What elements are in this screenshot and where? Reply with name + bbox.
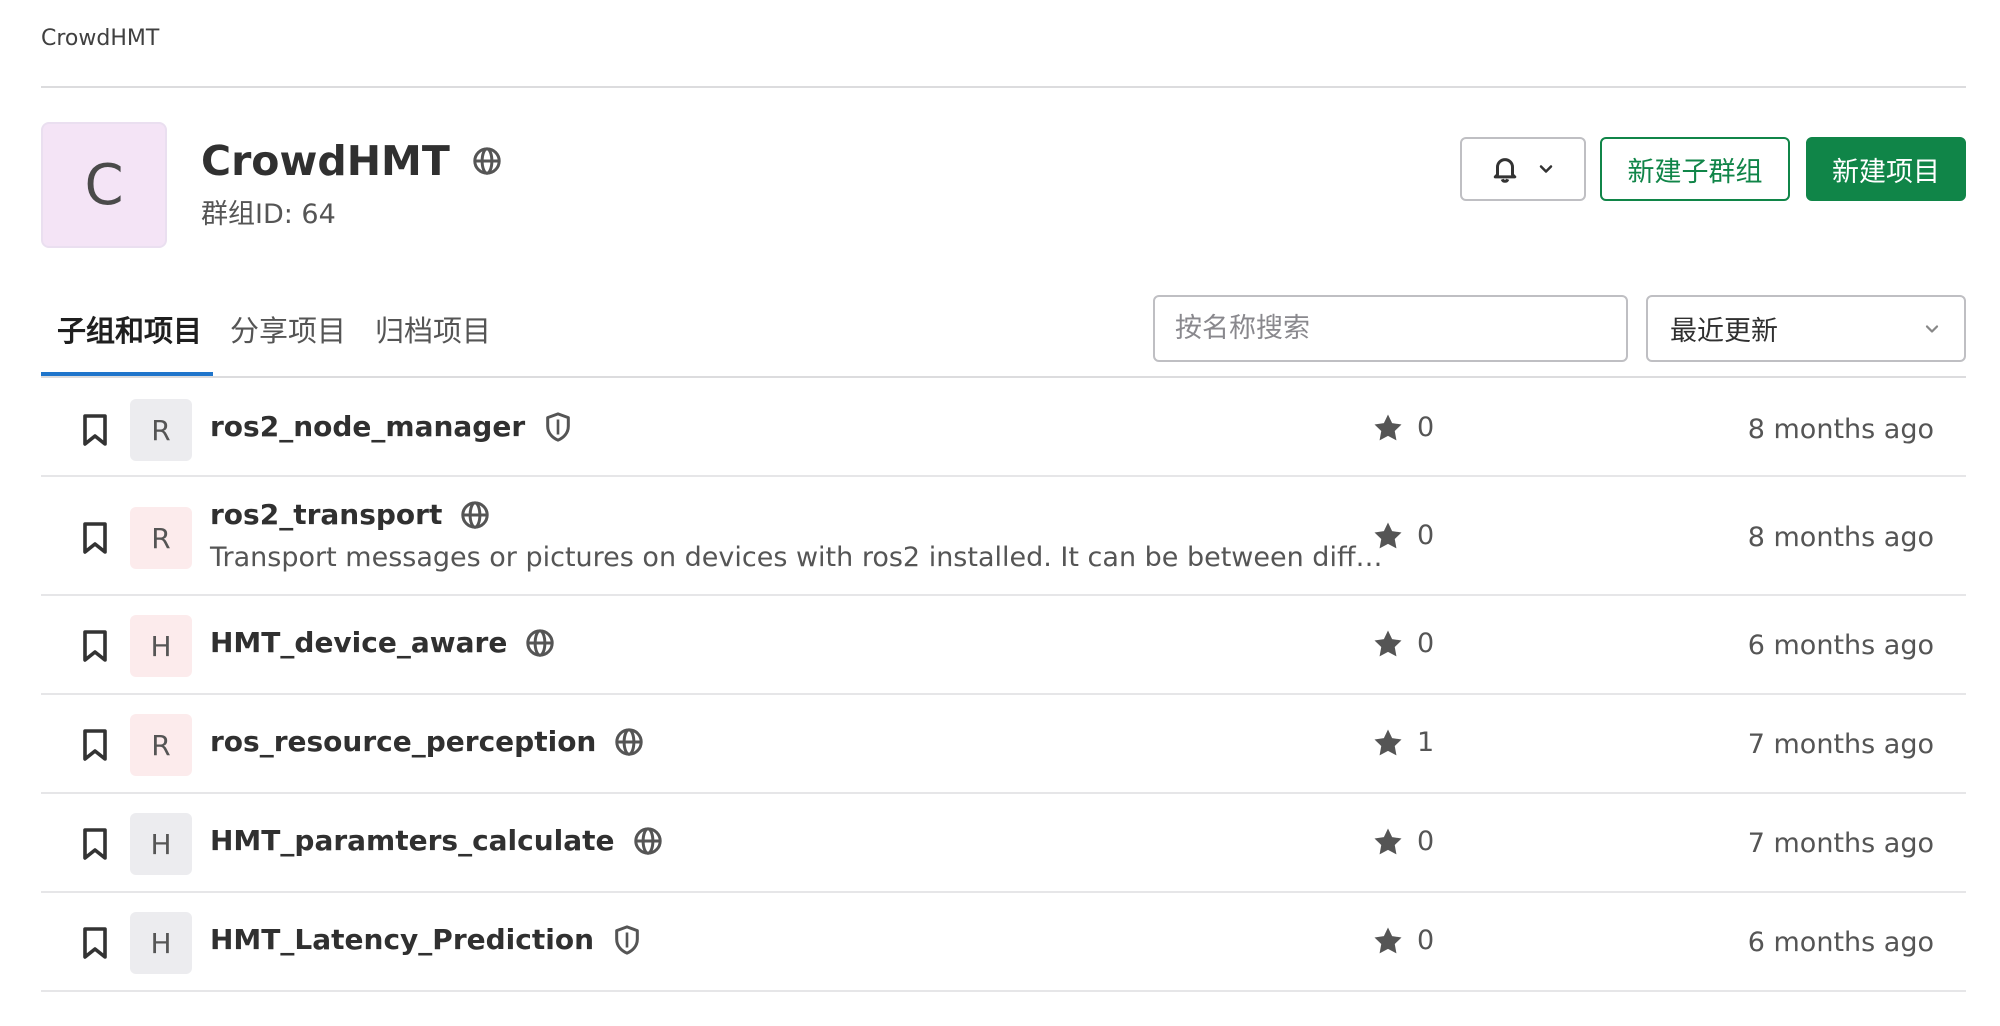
- project-avatar: H: [130, 615, 192, 677]
- updated-time: 6 months ago: [1747, 630, 1934, 661]
- project-name: HMT_device_aware: [210, 626, 555, 659]
- project-row[interactable]: H HMT_Latency_Prediction 0 6 months ago: [41, 895, 1966, 992]
- bookmark-icon[interactable]: [81, 413, 109, 447]
- group-title: CrowdHMT: [201, 137, 502, 185]
- notification-button[interactable]: [1460, 137, 1586, 201]
- project-row[interactable]: Rros2_node_manager 0 8 months ago: [41, 378, 1966, 477]
- star-count[interactable]: 0: [1373, 826, 1434, 857]
- globe-icon: [633, 826, 663, 856]
- breadcrumb[interactable]: CrowdHMT: [41, 26, 159, 51]
- globe-icon: [614, 727, 644, 757]
- project-name: HMT_paramters_calculate: [210, 824, 663, 857]
- star-count-value: 0: [1417, 412, 1435, 443]
- shield-icon: [543, 411, 573, 443]
- star-count-value: 0: [1417, 925, 1435, 956]
- star-count-value: 0: [1417, 826, 1435, 857]
- project-row[interactable]: H HMT_device_aware 0 6 months ago: [41, 598, 1966, 695]
- active-tab-indicator: [41, 372, 213, 376]
- project-avatar: R: [130, 399, 192, 461]
- project-name: ros2_node_manager: [210, 410, 573, 443]
- project-name: ros2_transport: [210, 498, 490, 531]
- star-count-value: 0: [1417, 628, 1435, 659]
- group-id: 群组ID: 64: [201, 199, 336, 230]
- group-name: CrowdHMT: [201, 137, 450, 185]
- star-icon: [1373, 827, 1403, 857]
- new-subgroup-button[interactable]: 新建子群组: [1600, 137, 1790, 201]
- group-avatar: C: [41, 122, 167, 248]
- project-name-link[interactable]: ros2_node_manager: [210, 410, 525, 443]
- globe-icon: [525, 628, 555, 658]
- star-icon: [1373, 413, 1403, 443]
- project-name-link[interactable]: HMT_paramters_calculate: [210, 824, 615, 857]
- sort-dropdown[interactable]: 最近更新: [1646, 295, 1966, 362]
- project-avatar: R: [130, 507, 192, 569]
- updated-time: 6 months ago: [1747, 927, 1934, 958]
- project-row[interactable]: Rros_resource_perception 1 7 months ago: [41, 697, 1966, 794]
- header-divider: [41, 86, 1966, 88]
- star-count[interactable]: 0: [1373, 628, 1434, 659]
- new-project-button[interactable]: 新建项目: [1806, 137, 1966, 201]
- project-name-link[interactable]: HMT_Latency_Prediction: [210, 923, 594, 956]
- bookmark-icon[interactable]: [81, 926, 109, 960]
- star-icon: [1373, 728, 1403, 758]
- tab-archived-projects[interactable]: 归档项目: [375, 308, 491, 350]
- updated-time: 8 months ago: [1747, 522, 1934, 553]
- star-count-value: 1: [1417, 727, 1435, 758]
- project-avatar: H: [130, 813, 192, 875]
- updated-time: 8 months ago: [1747, 414, 1934, 445]
- star-count[interactable]: 1: [1373, 727, 1434, 758]
- chevron-down-icon: [1536, 159, 1556, 179]
- project-row[interactable]: Rros2_transport Transport messages or pic…: [41, 479, 1966, 596]
- project-name-link[interactable]: ros2_transport: [210, 498, 442, 531]
- bookmark-icon[interactable]: [81, 629, 109, 663]
- chevron-down-icon: [1922, 319, 1942, 339]
- tab-subgroups-projects[interactable]: 子组和项目: [57, 308, 202, 350]
- bookmark-icon[interactable]: [81, 827, 109, 861]
- project-name: HMT_Latency_Prediction: [210, 923, 642, 956]
- bookmark-icon[interactable]: [81, 521, 109, 555]
- project-avatar: H: [130, 912, 192, 974]
- star-icon: [1373, 926, 1403, 956]
- updated-time: 7 months ago: [1747, 828, 1934, 859]
- bell-icon: [1490, 154, 1520, 184]
- globe-icon: [472, 146, 502, 176]
- project-name: ros_resource_perception: [210, 725, 644, 758]
- star-icon: [1373, 521, 1403, 551]
- tab-shared-projects[interactable]: 分享项目: [230, 308, 346, 350]
- project-description: Transport messages or pictures on device…: [210, 542, 1383, 573]
- sort-selected: 最近更新: [1670, 316, 1778, 347]
- project-avatar: R: [130, 714, 192, 776]
- globe-icon: [460, 500, 490, 530]
- bookmark-icon[interactable]: [81, 728, 109, 762]
- search-input[interactable]: [1153, 295, 1628, 362]
- star-count[interactable]: 0: [1373, 925, 1434, 956]
- project-name-link[interactable]: ros_resource_perception: [210, 725, 596, 758]
- star-icon: [1373, 629, 1403, 659]
- star-count-value: 0: [1417, 520, 1435, 551]
- project-row[interactable]: H HMT_paramters_calculate 0 7 months ago: [41, 796, 1966, 893]
- star-count[interactable]: 0: [1373, 520, 1434, 551]
- updated-time: 7 months ago: [1747, 729, 1934, 760]
- shield-icon: [612, 924, 642, 956]
- star-count[interactable]: 0: [1373, 412, 1434, 443]
- project-name-link[interactable]: HMT_device_aware: [210, 626, 507, 659]
